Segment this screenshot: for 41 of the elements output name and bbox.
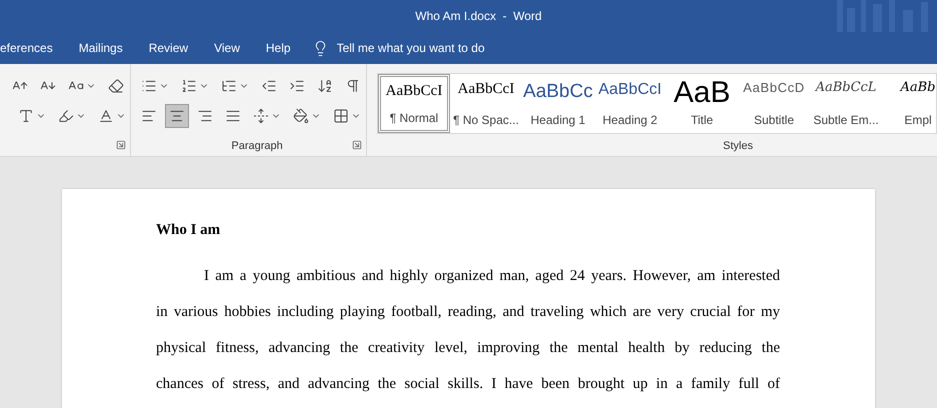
align-icon — [225, 108, 242, 124]
document-heading: Who I am — [156, 221, 222, 240]
tell-me-field[interactable]: Tell me what you want to do — [336, 39, 517, 57]
align-icon — [141, 108, 158, 124]
body-text-line: chances of stress, and advancing the social skills. I have been brought up in a family full of — [156, 375, 780, 393]
ribbon-tab[interactable]: Mailings — [66, 32, 136, 64]
ribbon-tab[interactable]: View — [201, 32, 253, 64]
group-label: Styles — [723, 138, 753, 154]
style-item[interactable]: AaBbCcI ¶ No Spac... — [450, 74, 522, 133]
ribbon-tab[interactable]: eferences — [0, 32, 66, 64]
align-icon — [197, 108, 214, 124]
body-text-line: in various hobbies including playing football, reading, and traveling which are very crucial for my — [156, 303, 780, 321]
shading-icon — [293, 108, 310, 124]
window-title: Who Am I.docx - Word — [415, 8, 542, 25]
ribbon-tab[interactable]: Review — [136, 32, 202, 64]
style-item[interactable]: AaBb Empl — [882, 74, 936, 133]
group-label: Paragraph — [231, 138, 283, 154]
style-item[interactable]: AaBbCcI ¶ Normal — [378, 74, 450, 133]
style-item[interactable]: AaBbCcL Subtle Em... — [810, 74, 882, 133]
ribbon-tab[interactable]: Help — [252, 32, 304, 64]
line-spacing-icon — [253, 108, 270, 124]
body-text-line: I am a young ambitious and highly organized man, aged 24 years. However, am interested — [203, 267, 780, 285]
numbering-icon — [181, 78, 198, 94]
decrease-indent-icon — [261, 78, 278, 94]
sort-icon — [317, 78, 334, 94]
dialog-launcher-icon[interactable] — [352, 140, 362, 150]
align-button[interactable] — [165, 104, 190, 128]
font-color-icon — [98, 108, 114, 124]
body-text-line: physical fitness, advancing the creativity level, improving the mental health by reducing the — [156, 339, 780, 357]
text-effects-icon — [18, 108, 34, 124]
style-item[interactable]: AaBbCc Heading 1 — [522, 74, 594, 133]
style-item[interactable]: AaBbCcI Heading 2 — [594, 74, 666, 133]
highlighter-icon — [58, 108, 74, 124]
eraser-icon — [108, 78, 124, 94]
borders-icon — [333, 108, 350, 124]
increase-indent-icon — [289, 78, 306, 94]
dialog-launcher-icon[interactable] — [116, 140, 126, 150]
style-item[interactable]: AaB Title — [666, 74, 738, 133]
style-item[interactable]: AaBbCcD Subtitle — [738, 74, 810, 133]
multilevel-list-icon — [221, 78, 238, 94]
align-icon — [169, 108, 186, 124]
